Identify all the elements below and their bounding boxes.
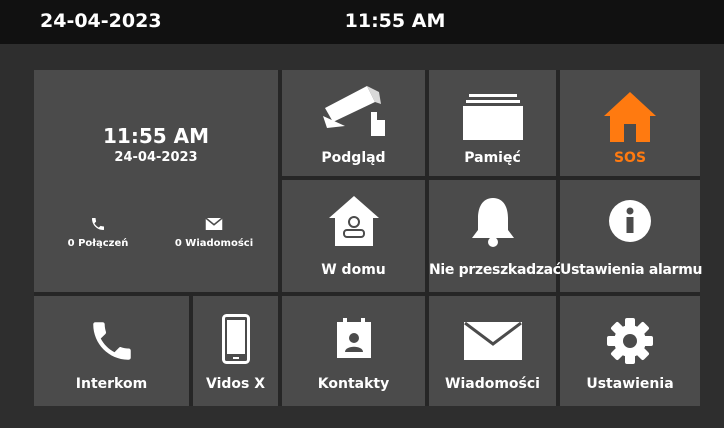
house-person-icon bbox=[328, 196, 379, 246]
calls-counter[interactable]: 0 Połączeń bbox=[58, 216, 138, 249]
vidos-tile[interactable]: Vidos X bbox=[193, 296, 278, 406]
preview-label: Podgląd bbox=[321, 150, 386, 166]
vidos-label: Vidos X bbox=[205, 376, 266, 392]
memory-tile[interactable]: Pamięć bbox=[429, 70, 556, 176]
contacts-label: Kontakty bbox=[317, 376, 390, 392]
intercom-tile[interactable]: Interkom bbox=[34, 296, 189, 406]
envelope-small-icon bbox=[205, 217, 223, 230]
sos-tile[interactable]: SOS bbox=[560, 70, 700, 176]
status-bar: 24-04-2023 11:55 AM bbox=[0, 0, 724, 44]
sos-label: SOS bbox=[613, 150, 647, 166]
preview-tile[interactable]: Podgląd bbox=[282, 70, 425, 176]
messages-label: Wiadomości bbox=[445, 376, 540, 392]
clock-date: 24-04-2023 bbox=[114, 150, 198, 165]
dnd-tile[interactable]: Nie przeszkadzać bbox=[429, 180, 561, 292]
cctv-camera-icon bbox=[322, 86, 385, 136]
status-time: 11:55 AM bbox=[344, 10, 446, 32]
gear-icon bbox=[607, 318, 653, 364]
alarm-settings-label: Ustawienia alarmu bbox=[560, 262, 703, 278]
messages-tile[interactable]: Wiadomości bbox=[429, 296, 556, 406]
settings-label: Ustawienia bbox=[586, 376, 674, 392]
settings-tile[interactable]: Ustawienia bbox=[560, 296, 700, 406]
contact-card-icon bbox=[336, 318, 371, 358]
intercom-label: Interkom bbox=[75, 376, 148, 392]
dnd-label: Nie przeszkadzać bbox=[429, 262, 561, 278]
smartphone-icon bbox=[221, 314, 250, 364]
phone-handset-icon bbox=[92, 322, 131, 360]
alarm-settings-tile[interactable]: Ustawienia alarmu bbox=[560, 180, 703, 292]
home-label: W domu bbox=[321, 262, 386, 278]
clock-time: 11:55 AM bbox=[102, 124, 209, 148]
messages-counter[interactable]: 0 Wiadomości bbox=[166, 216, 262, 249]
calls-label: 0 Połączeń bbox=[67, 238, 129, 249]
info-icon bbox=[609, 200, 651, 242]
folder-stack-icon bbox=[462, 94, 523, 140]
bell-icon bbox=[471, 198, 514, 247]
memory-label: Pamięć bbox=[464, 150, 521, 166]
envelope-icon bbox=[463, 322, 522, 360]
phone-icon bbox=[92, 218, 104, 230]
main-menu-grid: 11:55 AM 24-04-2023 0 Połączeń 0 Wiadomo… bbox=[34, 70, 703, 406]
house-icon bbox=[604, 92, 656, 142]
contacts-tile[interactable]: Kontakty bbox=[282, 296, 425, 406]
home-tile[interactable]: W domu bbox=[282, 180, 425, 292]
messages-count-label: 0 Wiadomości bbox=[174, 238, 254, 249]
clock-tile: 11:55 AM 24-04-2023 0 Połączeń 0 Wiadomo… bbox=[34, 70, 278, 292]
